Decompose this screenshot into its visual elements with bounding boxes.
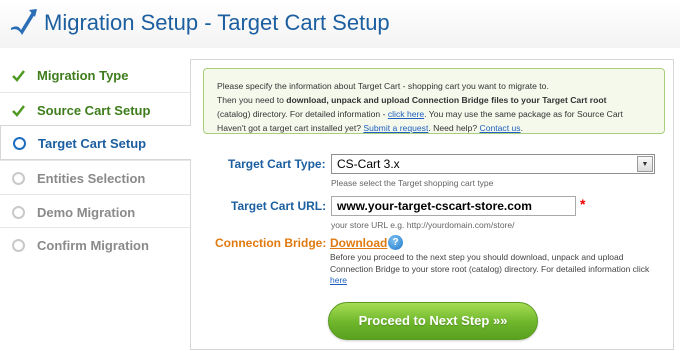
arrow-logo-icon — [11, 9, 37, 35]
header: Migration Setup - Target Cart Setup — [0, 0, 680, 48]
proceed-next-step-button[interactable]: Proceed to Next Step »» — [328, 302, 538, 340]
step-migration-type[interactable]: Migration Type — [0, 58, 190, 92]
step-label: Migration Type — [37, 68, 129, 83]
step-label: Source Cart Setup — [37, 102, 151, 118]
step-confirm-migration: Confirm Migration — [0, 227, 190, 261]
submit-request-link[interactable]: Submit a request — [363, 123, 428, 133]
bridge-here-link[interactable]: here — [330, 275, 347, 285]
page-title: Migration Setup - Target Cart Setup — [44, 10, 390, 35]
download-bridge-link[interactable]: Download — [330, 236, 387, 250]
dropdown-arrow-icon[interactable]: ▼ — [637, 156, 653, 172]
info-box: Please specify the information about Tar… — [203, 68, 665, 134]
cart-type-label: Target Cart Type: — [228, 157, 326, 171]
circle-icon — [12, 172, 25, 185]
contact-us-link[interactable]: Contact us — [479, 123, 520, 133]
step-label: Target Cart Setup — [38, 136, 147, 151]
step-label: Entities Selection — [37, 171, 146, 186]
connection-bridge-label: Connection Bridge: — [215, 236, 327, 250]
cart-type-hint: Please select the Target shopping cart t… — [331, 178, 494, 188]
cart-url-label: Target Cart URL: — [231, 199, 327, 213]
step-source-cart-setup[interactable]: Source Cart Setup — [0, 91, 190, 126]
step-sidebar: Migration Type Source Cart Setup Target … — [0, 58, 191, 261]
info-line: Then you need to download, unpack and up… — [217, 95, 607, 105]
cart-url-hint: your store URL e.g. http://yourdomain.co… — [331, 220, 515, 230]
help-icon[interactable]: ? — [388, 235, 403, 250]
info-line: Haven't got a target cart installed yet?… — [217, 123, 523, 133]
step-entities-selection: Entities Selection — [0, 160, 190, 194]
info-line: (catalog) directory. For detailed inform… — [217, 109, 623, 119]
circle-icon — [12, 205, 25, 219]
cart-type-value: CS-Cart 3.x — [337, 157, 400, 171]
cart-type-select[interactable]: CS-Cart 3.x ▼ — [331, 154, 655, 174]
check-icon — [12, 104, 25, 117]
info-line: Please specify the information about Tar… — [217, 81, 549, 91]
required-mark: * — [580, 196, 586, 212]
step-demo-migration: Demo Migration — [0, 193, 190, 228]
step-target-cart-setup[interactable]: Target Cart Setup — [0, 125, 191, 160]
step-label: Demo Migration — [37, 204, 136, 220]
click-here-link[interactable]: click here — [388, 109, 424, 119]
target-cart-panel: Please specify the information about Tar… — [190, 59, 674, 350]
bridge-description: Before you proceed to the next step you … — [330, 252, 650, 285]
cart-url-input[interactable]: www.your-target-cscart-store.com — [331, 196, 576, 216]
step-label: Confirm Migration — [37, 238, 149, 253]
check-icon — [12, 70, 25, 82]
circle-icon — [13, 137, 26, 150]
circle-icon — [12, 239, 25, 252]
